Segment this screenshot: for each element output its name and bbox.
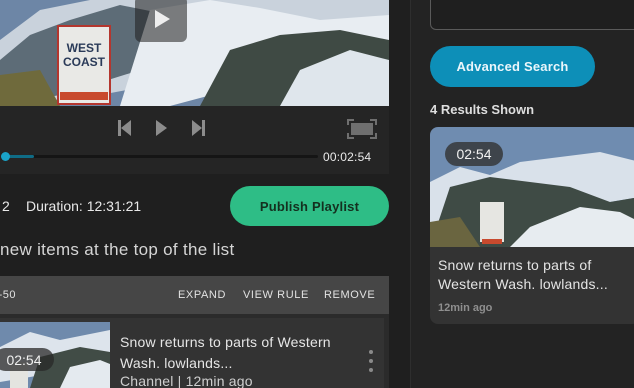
more-options-icon[interactable] bbox=[366, 350, 376, 372]
progress-track[interactable] bbox=[4, 155, 318, 158]
view-rule-button[interactable]: VIEW RULE bbox=[243, 289, 309, 301]
list-item-duration: 02:54 bbox=[0, 348, 54, 371]
list-item-title[interactable]: Snow returns to parts of Western Wash. l… bbox=[120, 332, 360, 374]
range-label: 1-50 bbox=[0, 289, 17, 301]
result-meta: 12min ago bbox=[438, 302, 493, 314]
playlist-duration: Duration: 12:31:21 bbox=[26, 198, 142, 214]
advanced-search-button[interactable]: Advanced Search bbox=[430, 46, 595, 87]
play-overlay-button[interactable] bbox=[135, 0, 187, 42]
expand-button[interactable]: EXPAND bbox=[178, 289, 226, 301]
result-title[interactable]: Snow returns to parts of Western Wash. l… bbox=[438, 256, 630, 294]
fullscreen-icon[interactable] bbox=[347, 119, 377, 139]
playlist-hint: new items at the top of the list bbox=[0, 240, 235, 259]
results-count: 4 Results Shown bbox=[430, 102, 535, 117]
remove-button[interactable]: REMOVE bbox=[324, 289, 375, 301]
play-icon[interactable] bbox=[153, 117, 169, 139]
publish-playlist-button[interactable]: Publish Playlist bbox=[230, 186, 389, 226]
truck-sign-line2: COAST bbox=[63, 55, 106, 69]
list-item-meta: Channel | 12min ago bbox=[120, 373, 253, 388]
play-icon bbox=[155, 10, 170, 28]
item-count: 2 bbox=[2, 198, 10, 214]
video-frame: WEST COAST bbox=[0, 0, 389, 106]
next-icon[interactable] bbox=[189, 117, 207, 139]
playlist-list-header: 1-50 EXPAND VIEW RULE REMOVE bbox=[0, 276, 389, 314]
truck-sign-line1: WEST bbox=[67, 41, 102, 55]
video-player[interactable]: WEST COAST bbox=[0, 0, 389, 106]
result-duration: 02:54 bbox=[445, 142, 503, 166]
progress-handle[interactable] bbox=[1, 152, 10, 161]
previous-icon[interactable] bbox=[116, 117, 134, 139]
current-time: 00:02:54 bbox=[323, 150, 372, 164]
search-input[interactable] bbox=[430, 0, 634, 30]
